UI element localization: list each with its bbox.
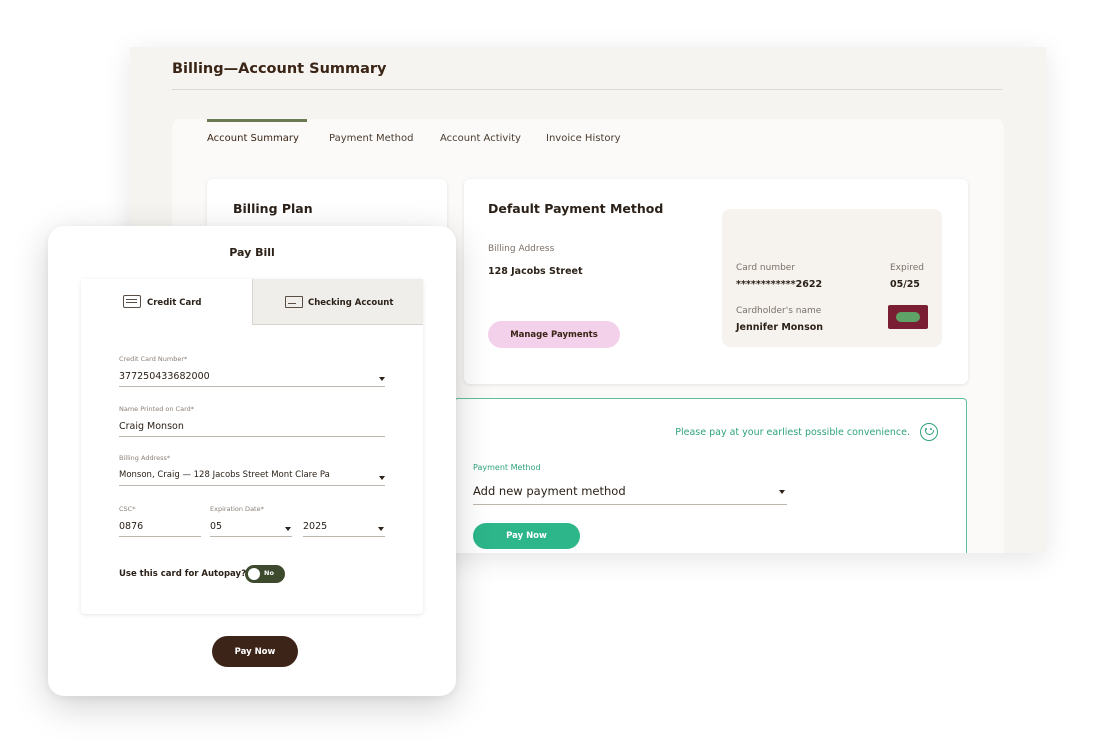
chevron-down-icon — [779, 490, 785, 494]
tab-invoice-history[interactable]: Invoice History — [546, 133, 621, 152]
payment-panel: Please pay at your earliest possible con… — [454, 398, 967, 553]
default-payment-title: Default Payment Method — [488, 201, 664, 216]
credit-card-icon — [123, 295, 141, 308]
chevron-down-icon — [285, 527, 291, 531]
pay-bill-submit-button[interactable]: Pay Now — [212, 636, 298, 667]
manage-payments-button[interactable]: Manage Payments — [488, 321, 620, 348]
name-on-card-field[interactable]: Craig Monson — [119, 419, 385, 437]
expiration-month-select[interactable]: 05 — [210, 519, 292, 537]
name-on-card-label: Name Printed on Card* — [119, 405, 195, 413]
billing-plan-title: Billing Plan — [233, 201, 313, 216]
smile-icon — [920, 423, 938, 441]
card-number-label: Card number — [736, 263, 796, 273]
csc-label: CSC* — [119, 505, 136, 513]
title-divider — [172, 89, 1002, 90]
card-number-field-label: Credit Card Number* — [119, 355, 188, 363]
pay-now-button[interactable]: Pay Now — [473, 523, 580, 549]
card-brand-mark — [896, 312, 920, 322]
pay-bill-modal: Pay Bill Credit Card Checking Account Cr… — [48, 226, 456, 696]
tab-checking-account[interactable]: Checking Account — [252, 279, 423, 325]
card-number-value: ************2622 — [736, 279, 823, 290]
card-number-field[interactable]: 377250433682000 — [119, 369, 385, 387]
cardholder-value: Jennifer Monson — [736, 322, 824, 333]
autopay-toggle[interactable]: No — [245, 565, 285, 583]
pay-bill-title: Pay Bill — [229, 246, 275, 259]
chevron-down-icon — [378, 527, 384, 531]
payment-form: Credit Card Checking Account Credit Card… — [81, 279, 423, 614]
tab-payment-method[interactable]: Payment Method — [329, 133, 413, 152]
tab-credit-card-label: Credit Card — [147, 298, 202, 308]
expiration-year-select[interactable]: 2025 — [303, 519, 385, 537]
card-number-field-value: 377250433682000 — [119, 371, 210, 382]
tab-credit-card[interactable]: Credit Card — [81, 279, 252, 325]
default-payment-card: Default Payment Method Billing Address 1… — [464, 179, 968, 384]
name-on-card-value: Craig Monson — [119, 421, 184, 432]
expiration-month-value: 05 — [210, 521, 223, 532]
expiration-year-value: 2025 — [303, 521, 328, 532]
card-expiry-value: 05/25 — [890, 279, 920, 290]
billing-address-select-value: Monson, Craig — 128 Jacobs Street Mont C… — [119, 470, 330, 480]
payment-method-label: Payment Method — [473, 463, 541, 472]
card-brand-logo-icon — [888, 305, 928, 329]
autopay-label: Use this card for Autopay? — [119, 569, 246, 579]
billing-address-value: 128 Jacobs Street — [488, 266, 583, 277]
billing-address-field-label: Billing Address* — [119, 454, 171, 462]
cardholder-label: Cardholder's name — [736, 306, 822, 316]
chevron-down-icon — [379, 377, 385, 381]
toggle-knob — [248, 568, 260, 580]
expiration-date-label: Expiration Date* — [210, 505, 264, 513]
check-icon — [285, 296, 303, 308]
tab-account-activity[interactable]: Account Activity — [440, 133, 521, 152]
chevron-down-icon — [379, 476, 385, 480]
tab-checking-account-label: Checking Account — [308, 298, 394, 308]
billing-address-select[interactable]: Monson, Craig — 128 Jacobs Street Mont C… — [119, 468, 385, 486]
payment-method-value: Add new payment method — [473, 484, 626, 498]
active-tab-indicator — [207, 119, 307, 122]
billing-address-label: Billing Address — [488, 244, 555, 254]
card-expired-label: Expired — [890, 263, 924, 273]
tab-account-summary[interactable]: Account Summary — [207, 133, 299, 152]
payment-method-select[interactable]: Add new payment method — [473, 479, 787, 505]
csc-field[interactable]: 0876 — [119, 519, 201, 537]
autopay-toggle-text: No — [264, 569, 274, 577]
page-title: Billing—Account Summary — [172, 61, 387, 77]
csc-value: 0876 — [119, 521, 144, 532]
card-preview: Card number ************2622 Expired 05/… — [722, 209, 942, 347]
payment-notice: Please pay at your earliest possible con… — [675, 427, 910, 438]
